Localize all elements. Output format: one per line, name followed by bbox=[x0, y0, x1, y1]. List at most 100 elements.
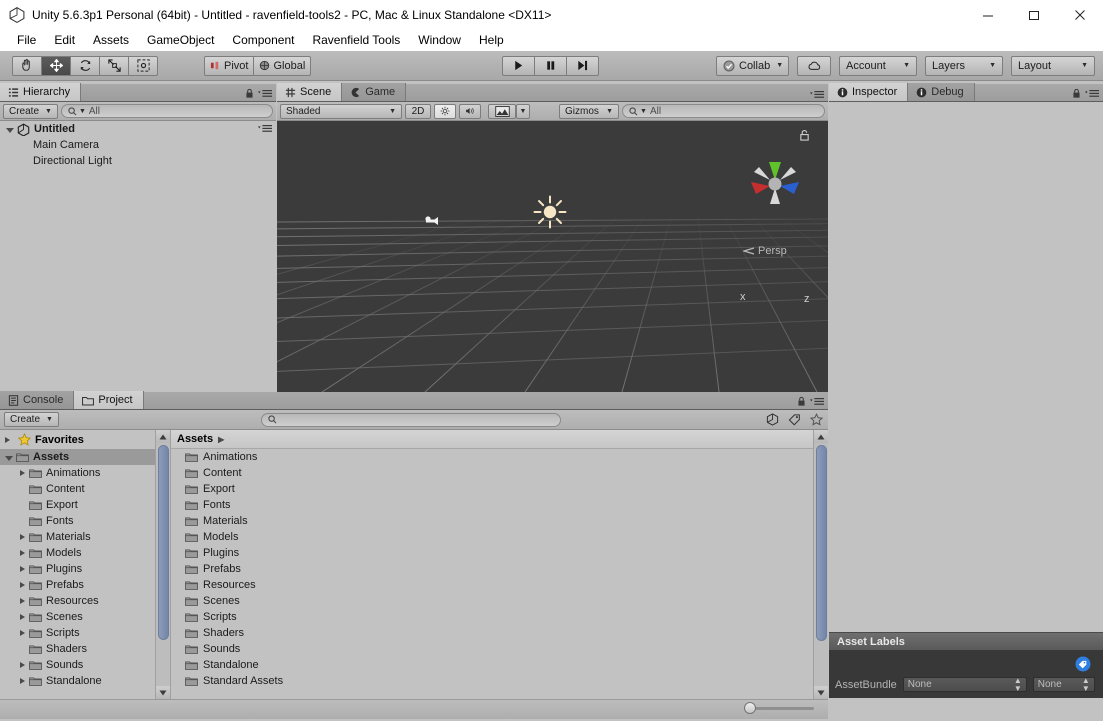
maximize-button[interactable] bbox=[1011, 0, 1057, 30]
tree-item-materials[interactable]: Materials bbox=[0, 529, 170, 545]
hierarchy-item-directional-light[interactable]: Directional Light bbox=[0, 153, 276, 169]
favorites-filter-button[interactable] bbox=[808, 412, 824, 427]
panel-menu-icon[interactable] bbox=[810, 90, 824, 99]
scene-search-input[interactable]: ▼ All bbox=[622, 104, 825, 118]
panel-menu-icon[interactable] bbox=[1085, 89, 1099, 98]
scroll-down-arrow[interactable] bbox=[156, 686, 170, 699]
menu-component[interactable]: Component bbox=[223, 30, 303, 51]
project-create-button[interactable]: Create ▼ bbox=[4, 412, 59, 427]
asset-item-fonts[interactable]: Fonts bbox=[171, 497, 828, 513]
tree-item-export[interactable]: Export bbox=[0, 497, 170, 513]
asset-item-scripts[interactable]: Scripts bbox=[171, 609, 828, 625]
breadcrumb[interactable]: Assets ▶ bbox=[171, 430, 828, 449]
tag-icon[interactable] bbox=[1073, 656, 1093, 672]
asset-item-export[interactable]: Export bbox=[171, 481, 828, 497]
asset-item-models[interactable]: Models bbox=[171, 529, 828, 545]
tab-scene[interactable]: Scene bbox=[277, 83, 343, 101]
menu-help[interactable]: Help bbox=[470, 30, 513, 51]
hierarchy-item-main-camera[interactable]: Main Camera bbox=[0, 137, 276, 153]
asset-item-plugins[interactable]: Plugins bbox=[171, 545, 828, 561]
menu-gameobject[interactable]: GameObject bbox=[138, 30, 223, 51]
scale-tool-button[interactable] bbox=[99, 55, 129, 76]
rotate-tool-button[interactable] bbox=[70, 55, 100, 76]
assetbundle-select[interactable]: None ▲ ▼ bbox=[902, 676, 1027, 692]
menu-file[interactable]: File bbox=[8, 30, 45, 51]
scroll-up-arrow[interactable] bbox=[156, 430, 170, 443]
chevron-right-icon[interactable] bbox=[5, 436, 10, 443]
project-list-scrollbar[interactable] bbox=[813, 430, 828, 699]
slider-knob[interactable] bbox=[744, 702, 756, 714]
collab-button[interactable]: Collab ▼ bbox=[716, 55, 789, 76]
cloud-button[interactable] bbox=[797, 55, 831, 76]
tree-item-assets[interactable]: Assets bbox=[0, 449, 170, 465]
chevron-right-icon[interactable] bbox=[20, 598, 25, 604]
chevron-right-icon[interactable] bbox=[20, 630, 25, 636]
scrollbar-thumb[interactable] bbox=[158, 445, 169, 640]
tree-item-shaders[interactable]: Shaders bbox=[0, 641, 170, 657]
chevron-right-icon[interactable] bbox=[20, 550, 25, 556]
project-tree-scrollbar[interactable] bbox=[155, 430, 170, 699]
hand-tool-button[interactable] bbox=[12, 55, 42, 76]
hierarchy-scene-row[interactable]: Untitled bbox=[0, 121, 276, 137]
chevron-down-icon[interactable] bbox=[6, 127, 14, 133]
asset-item-sounds[interactable]: Sounds bbox=[171, 641, 828, 657]
menu-edit[interactable]: Edit bbox=[45, 30, 84, 51]
close-button[interactable] bbox=[1057, 0, 1103, 30]
scene-axis-gizmo[interactable] bbox=[739, 146, 811, 218]
panel-menu-icon[interactable] bbox=[810, 397, 824, 406]
tree-item-content[interactable]: Content bbox=[0, 481, 170, 497]
chevron-right-icon[interactable] bbox=[20, 662, 25, 668]
asset-item-content[interactable]: Content bbox=[171, 465, 828, 481]
project-search-input[interactable] bbox=[261, 412, 562, 427]
scene-lock-icon[interactable] bbox=[799, 129, 810, 142]
tree-item-prefabs[interactable]: Prefabs bbox=[0, 577, 170, 593]
tree-item-models[interactable]: Models bbox=[0, 545, 170, 561]
asset-item-materials[interactable]: Materials bbox=[171, 513, 828, 529]
favorites-row[interactable]: Favorites bbox=[0, 430, 170, 449]
tree-item-fonts[interactable]: Fonts bbox=[0, 513, 170, 529]
asset-item-standalone[interactable]: Standalone bbox=[171, 657, 828, 673]
scrollbar-track[interactable] bbox=[157, 443, 169, 686]
chevron-right-icon[interactable] bbox=[20, 566, 25, 572]
assetbundle-variant-select[interactable]: None ▲ ▼ bbox=[1032, 676, 1095, 692]
tree-item-sounds[interactable]: Sounds bbox=[0, 657, 170, 673]
tree-item-scenes[interactable]: Scenes bbox=[0, 609, 170, 625]
asset-item-scenes[interactable]: Scenes bbox=[171, 593, 828, 609]
tree-item-animations[interactable]: Animations bbox=[0, 465, 170, 481]
scene-audio-toggle[interactable] bbox=[459, 103, 481, 119]
scrollbar-thumb[interactable] bbox=[816, 445, 827, 641]
tab-debug[interactable]: Debug bbox=[908, 83, 975, 101]
gizmos-dropdown[interactable]: Gizmos ▼ bbox=[559, 103, 619, 119]
hierarchy-create-button[interactable]: Create ▼ bbox=[3, 103, 58, 119]
hierarchy-search-input[interactable]: ▼ All bbox=[60, 104, 273, 118]
scene-effects-dropdown[interactable]: ▼ bbox=[516, 103, 530, 119]
global-toggle-button[interactable]: Global bbox=[253, 55, 312, 76]
asset-item-animations[interactable]: Animations bbox=[171, 449, 828, 465]
asset-item-prefabs[interactable]: Prefabs bbox=[171, 561, 828, 577]
scene-lighting-toggle[interactable] bbox=[434, 103, 456, 119]
asset-item-shaders[interactable]: Shaders bbox=[171, 625, 828, 641]
panel-menu-icon[interactable] bbox=[258, 89, 272, 98]
menu-ravenfield-tools[interactable]: Ravenfield Tools bbox=[303, 30, 409, 51]
move-tool-button[interactable] bbox=[41, 55, 71, 76]
scroll-up-arrow[interactable] bbox=[814, 430, 828, 443]
tree-item-scripts[interactable]: Scripts bbox=[0, 625, 170, 641]
chevron-right-icon[interactable] bbox=[20, 470, 25, 476]
lock-icon[interactable] bbox=[245, 88, 254, 99]
menu-window[interactable]: Window bbox=[409, 30, 470, 51]
filter-by-label-button[interactable] bbox=[786, 412, 802, 427]
pause-button[interactable] bbox=[534, 55, 567, 76]
filter-by-type-button[interactable] bbox=[764, 412, 780, 427]
tab-console[interactable]: Console bbox=[0, 391, 75, 409]
shading-mode-dropdown[interactable]: Shaded ▼ bbox=[280, 103, 402, 119]
menu-assets[interactable]: Assets bbox=[84, 30, 138, 51]
tab-project[interactable]: Project bbox=[74, 391, 144, 409]
pivot-toggle-button[interactable]: Pivot bbox=[204, 55, 255, 76]
minimize-button[interactable] bbox=[965, 0, 1011, 30]
tab-game[interactable]: Game bbox=[342, 83, 407, 101]
chevron-right-icon[interactable] bbox=[20, 614, 25, 620]
scene-menu-icon[interactable] bbox=[258, 124, 272, 133]
layout-button[interactable]: Layout ▼ bbox=[1011, 55, 1095, 76]
lock-icon[interactable] bbox=[1072, 88, 1081, 99]
tab-inspector[interactable]: Inspector bbox=[829, 83, 909, 101]
